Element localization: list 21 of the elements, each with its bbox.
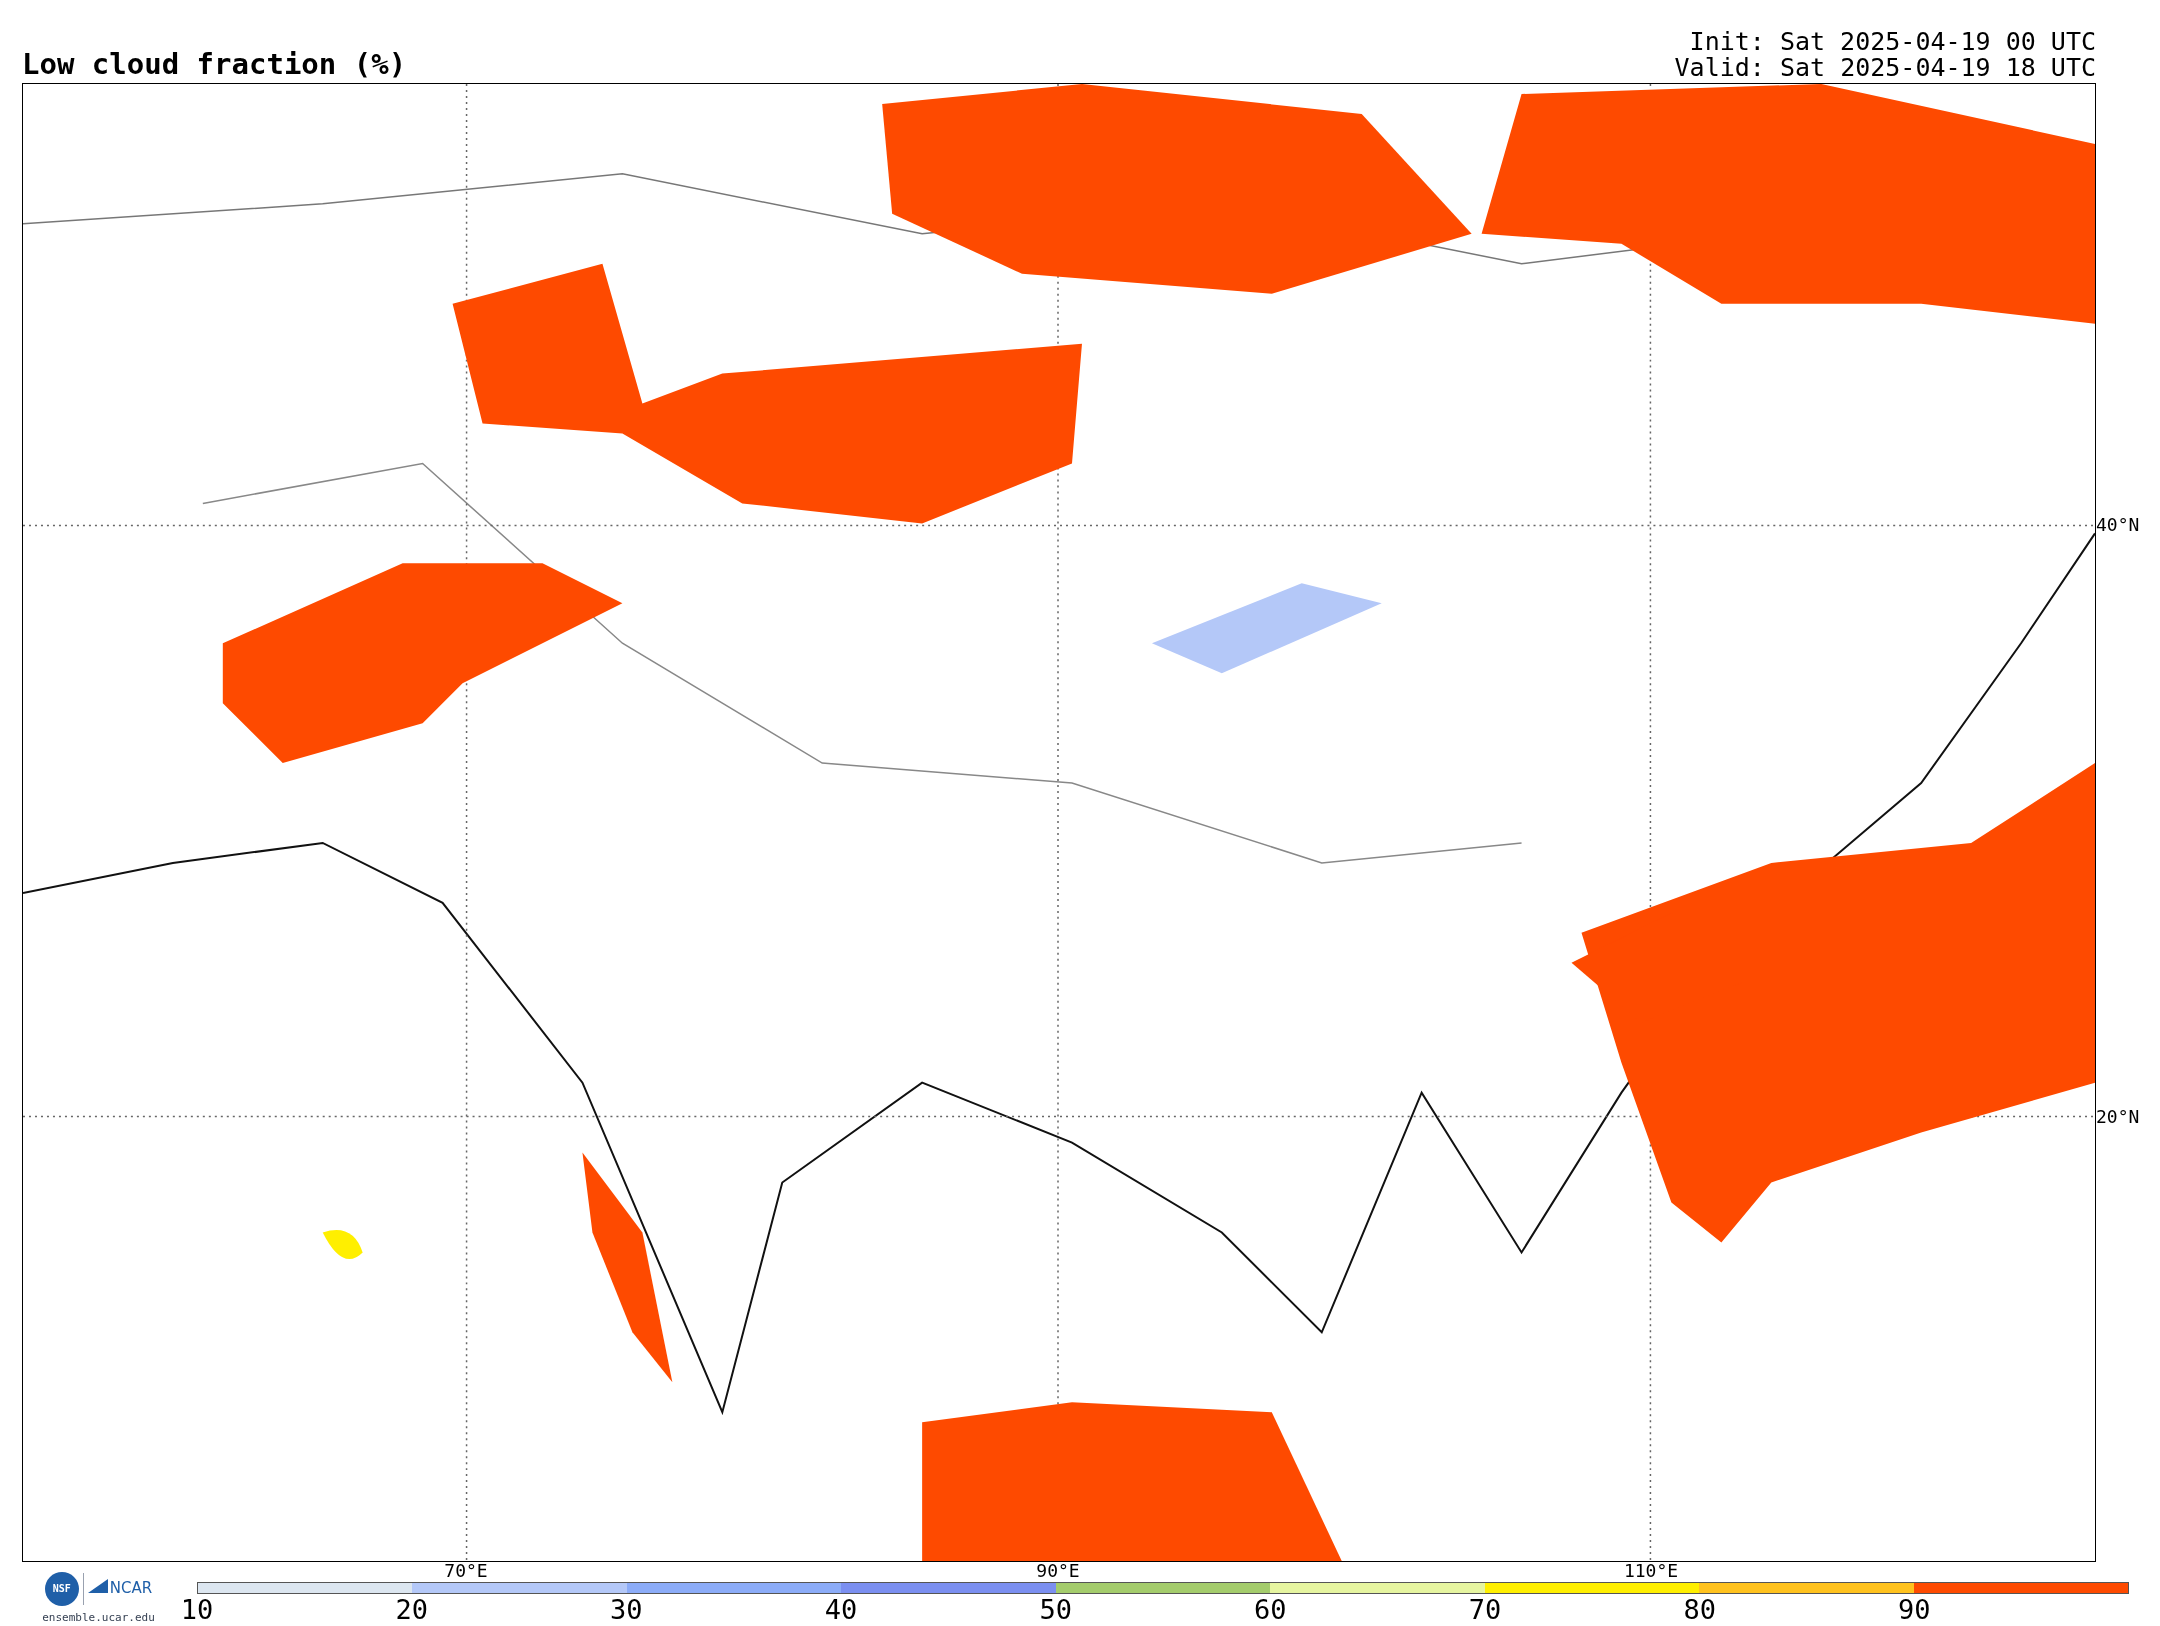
colorbar-tick-label: 60 [1254, 1595, 1287, 1623]
colorbar-tick-label: 70 [1468, 1595, 1502, 1623]
latitude-label: 40°N [2096, 515, 2140, 534]
nsf-logo: NSF [44, 1571, 79, 1606]
ncar-logo: NCAR [87, 1577, 153, 1600]
colorbar-tick-label: 20 [395, 1595, 428, 1623]
colorbar-tick-label: 90 [1898, 1595, 1931, 1623]
longitude-label: 90°E [1036, 1561, 1080, 1580]
longitude-label: 70°E [444, 1561, 488, 1580]
website-text: ensemble.ucar.edu [42, 1609, 155, 1626]
colorbar-tick-label: 10 [180, 1595, 214, 1623]
longitude-label: 110°E [1623, 1561, 1679, 1580]
colorbar-tick-label: 80 [1683, 1595, 1716, 1623]
colorbar-tick-label: 50 [1039, 1595, 1072, 1623]
latitude-label: 20°N [2096, 1107, 2140, 1126]
colorbar-tick-label: 40 [824, 1595, 858, 1623]
colorbar-tick-label: 30 [610, 1595, 643, 1623]
run-time-text: Valid: Sat 2025-04-19 18 UTC [1674, 54, 2096, 81]
ncar-mark-icon [87, 1579, 108, 1594]
run-time-text: Init: Sat 2025-04-19 00 UTC [1689, 28, 2096, 55]
chart-title: Low cloud fraction (%) [22, 49, 407, 81]
